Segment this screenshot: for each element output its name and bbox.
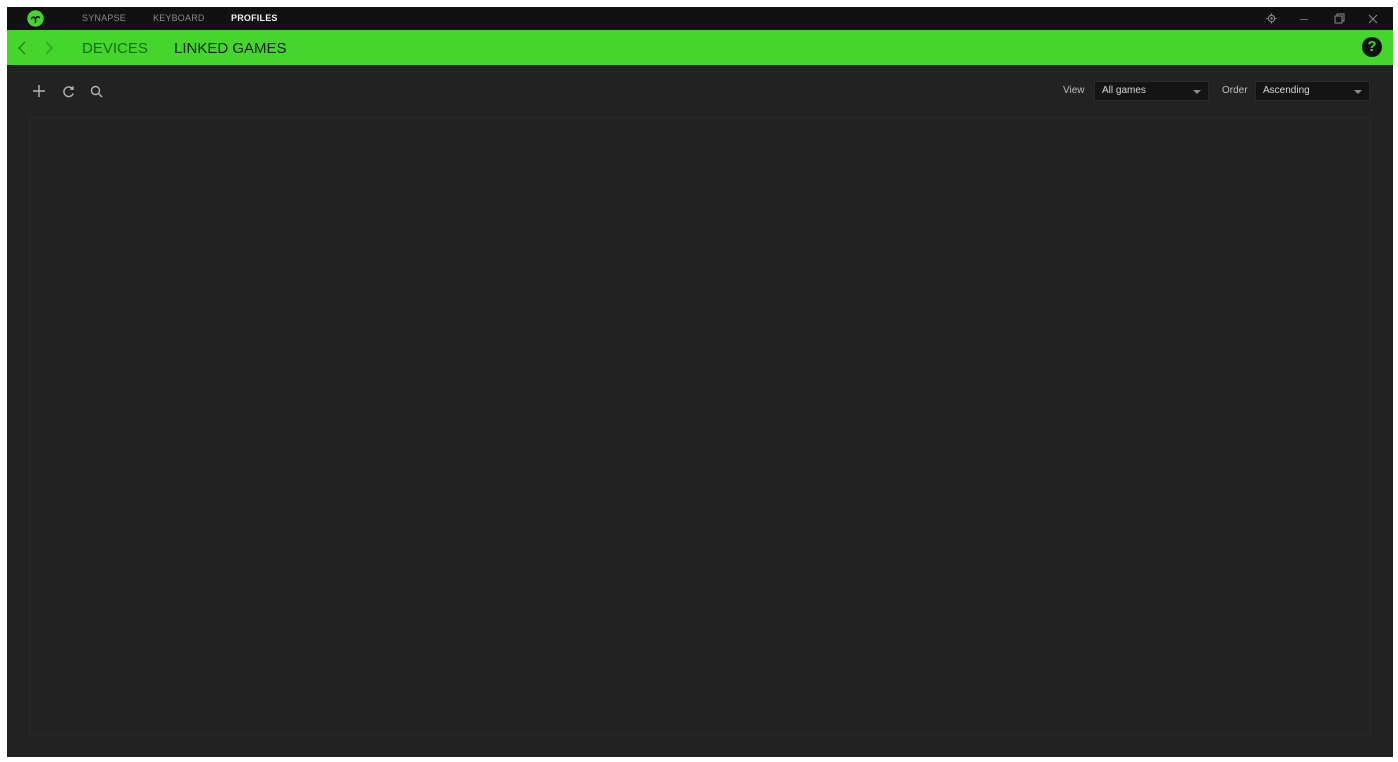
refresh-icon[interactable] xyxy=(59,82,77,100)
view-label: View xyxy=(1063,85,1085,96)
order-select-value: Ascending xyxy=(1263,85,1310,96)
forward-arrow-icon[interactable] xyxy=(40,39,58,57)
add-icon[interactable] xyxy=(30,82,48,100)
settings-icon[interactable] xyxy=(1257,7,1285,30)
help-button[interactable]: ? xyxy=(1362,37,1382,57)
minimize-icon[interactable] xyxy=(1290,7,1318,30)
tab-devices[interactable]: DEVICES xyxy=(82,30,148,65)
tab-linked-games[interactable]: LINKED GAMES xyxy=(174,30,287,65)
order-label: Order xyxy=(1222,85,1248,96)
search-icon[interactable] xyxy=(87,82,105,100)
view-select-value: All games xyxy=(1102,85,1146,96)
view-select[interactable]: All games xyxy=(1094,81,1209,101)
order-select[interactable]: Ascending xyxy=(1255,81,1370,101)
close-icon[interactable] xyxy=(1359,7,1387,30)
nav-tab-synapse[interactable]: SYNAPSE xyxy=(82,7,126,30)
razer-synapse-window: SYNAPSE KEYBOARD PROFILES DEVICES LINKED… xyxy=(7,7,1393,757)
razer-logo-icon[interactable] xyxy=(27,10,44,27)
nav-tab-keyboard[interactable]: KEYBOARD xyxy=(153,7,205,30)
sub-navigation-bar: DEVICES LINKED GAMES ? xyxy=(7,30,1393,65)
nav-tab-profiles[interactable]: PROFILES xyxy=(231,7,278,30)
linked-games-list[interactable] xyxy=(29,117,1371,735)
screenshot-frame: SYNAPSE KEYBOARD PROFILES DEVICES LINKED… xyxy=(0,0,1398,762)
chevron-down-icon xyxy=(1193,90,1201,94)
title-bar: SYNAPSE KEYBOARD PROFILES xyxy=(7,7,1393,30)
chevron-down-icon xyxy=(1354,90,1362,94)
back-arrow-icon[interactable] xyxy=(13,39,31,57)
restore-icon[interactable] xyxy=(1325,7,1353,30)
